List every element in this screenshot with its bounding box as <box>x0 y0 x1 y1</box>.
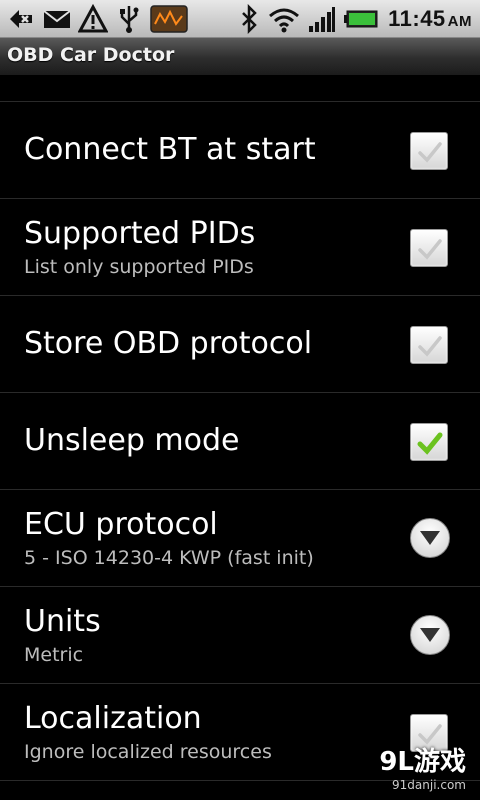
pref-units[interactable]: Units Metric <box>0 587 480 684</box>
pref-summary: Metric <box>24 644 84 666</box>
unsleep-mode-checkbox[interactable] <box>410 423 448 461</box>
checkmark-icon <box>418 142 442 163</box>
usb-debug-icon <box>10 10 32 28</box>
watermark: 9L游戏 91danji.com <box>379 741 466 792</box>
battery-icon <box>344 10 378 28</box>
clock-ampm: AM <box>447 13 472 30</box>
pref-label: Localization <box>24 701 202 736</box>
pref-label: ECU protocol <box>24 507 218 542</box>
ecu-protocol-dropdown[interactable] <box>410 518 450 558</box>
preferences-list[interactable]: Connect BT at start Supported PIDs List … <box>0 76 480 781</box>
units-dropdown[interactable] <box>410 615 450 655</box>
pref-label: Connect BT at start <box>24 132 316 167</box>
obd-app-icon <box>150 5 188 33</box>
pref-label: Supported PIDs <box>24 216 256 251</box>
watermark-url: 91danji.com <box>392 778 466 792</box>
wifi-icon <box>269 8 300 33</box>
pref-label: Unsleep mode <box>24 423 240 458</box>
mail-icon <box>43 10 71 28</box>
list-top-divider <box>0 76 480 102</box>
pref-label: Store OBD protocol <box>24 326 313 361</box>
pref-store-obd-protocol[interactable]: Store OBD protocol <box>0 296 480 393</box>
connect-bt-checkbox[interactable] <box>410 132 448 170</box>
signal-icon <box>309 7 336 32</box>
checkmark-icon <box>418 336 442 357</box>
pref-connect-bt-at-start[interactable]: Connect BT at start <box>0 102 480 199</box>
chevron-down-icon <box>420 531 440 545</box>
usb-icon <box>120 6 139 33</box>
pref-summary: List only supported PIDs <box>24 256 254 278</box>
checkmark-icon <box>417 432 443 455</box>
warning-icon <box>78 4 108 33</box>
pref-unsleep-mode[interactable]: Unsleep mode <box>0 393 480 490</box>
supported-pids-checkbox[interactable] <box>410 229 448 267</box>
clock: 11:45 AM <box>388 6 472 32</box>
checkmark-icon <box>418 239 442 260</box>
clock-time: 11:45 <box>388 6 446 31</box>
pref-label: Units <box>24 604 101 639</box>
pref-supported-pids[interactable]: Supported PIDs List only supported PIDs <box>0 199 480 296</box>
pref-summary: 5 - ISO 14230-4 KWP (fast init) <box>24 547 314 569</box>
status-bar-notifications <box>6 4 188 34</box>
app-title: OBD Car Doctor <box>7 44 175 66</box>
bluetooth-icon <box>242 4 257 34</box>
pref-summary: Ignore localized resources <box>24 741 272 763</box>
store-obd-protocol-checkbox[interactable] <box>410 326 448 364</box>
status-bar-system: 11:45 AM <box>238 4 472 34</box>
pref-ecu-protocol[interactable]: ECU protocol 5 - ISO 14230-4 KWP (fast i… <box>0 490 480 587</box>
chevron-down-icon <box>420 628 440 642</box>
app-title-bar: OBD Car Doctor <box>0 38 480 76</box>
status-bar: 11:45 AM <box>0 0 480 38</box>
watermark-logo: 9L游戏 <box>379 747 466 777</box>
